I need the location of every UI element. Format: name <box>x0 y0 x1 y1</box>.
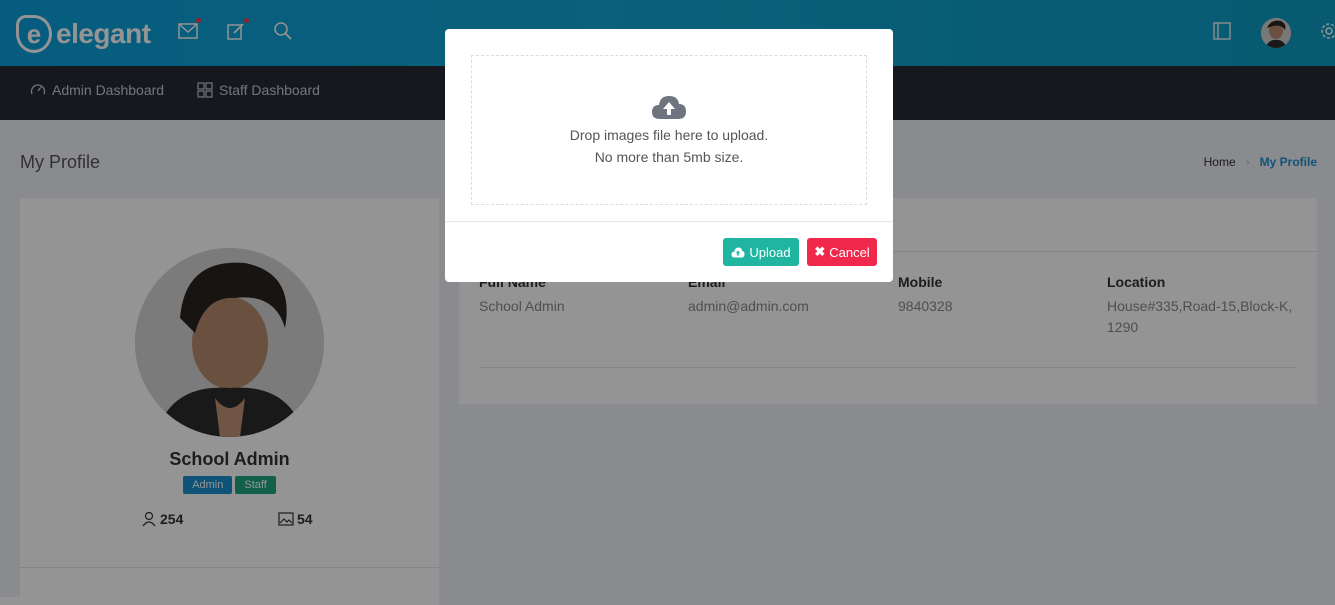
upload-button[interactable]: Upload <box>723 238 799 266</box>
cancel-button-label: Cancel <box>829 244 870 260</box>
cloud-upload-icon <box>472 94 866 125</box>
cancel-button[interactable]: ✖ Cancel <box>807 238 877 266</box>
dropzone-subtext: No more than 5mb size. <box>594 149 744 165</box>
cloud-upload-icon <box>731 247 745 257</box>
upload-button-label: Upload <box>749 244 791 260</box>
divider <box>445 221 893 222</box>
close-icon: ✖ <box>814 244 826 259</box>
upload-modal: Drop images file here to upload. No more… <box>445 29 893 282</box>
dropzone-text: Drop images file here to upload. <box>569 127 769 143</box>
file-dropzone[interactable]: Drop images file here to upload. No more… <box>471 55 867 205</box>
